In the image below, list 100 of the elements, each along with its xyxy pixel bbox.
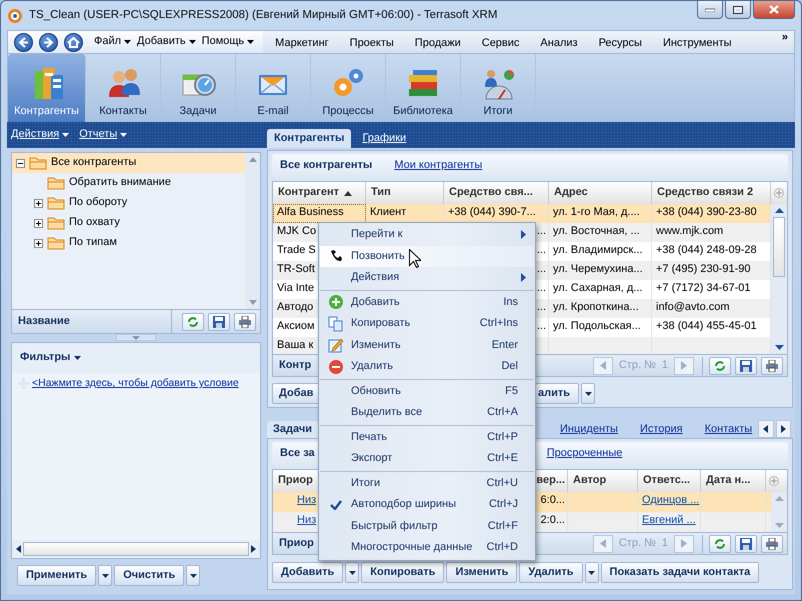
tree-item[interactable]: По охвату xyxy=(12,213,245,233)
save-button[interactable] xyxy=(735,534,757,552)
section-tab[interactable]: Проекты xyxy=(350,31,394,53)
close-button[interactable] xyxy=(753,1,795,19)
scroll-left-icon[interactable] xyxy=(16,545,21,553)
filters-menu[interactable]: Фильтры xyxy=(20,351,82,365)
menu-item[interactable]: Удалить Del xyxy=(320,356,534,378)
dropdown-button[interactable] xyxy=(186,565,200,586)
print-button[interactable] xyxy=(234,312,256,330)
tree-item[interactable]: Обратить внимание xyxy=(12,173,245,193)
save-button[interactable] xyxy=(208,312,230,330)
floppy-icon xyxy=(740,360,752,372)
action-button[interactable]: Копировать xyxy=(361,562,444,583)
menu-item[interactable]: Экспорт Ctrl+E xyxy=(320,448,534,470)
scrollbar-thumb[interactable] xyxy=(23,542,249,556)
refresh-icon xyxy=(714,538,726,550)
maximize-button[interactable] xyxy=(725,1,751,19)
view-tab[interactable]: Мои контрагенты xyxy=(394,159,482,173)
menu-item[interactable]: Позвонить xyxy=(320,246,534,267)
section-tab[interactable]: Ресурсы xyxy=(598,31,642,53)
window-title: TS_Clean (USER-PC\SQLEXPRESS2008) (Евгений Мирный GMT+06:00) - Terrasoft XRM xyxy=(29,8,498,22)
minimize-button[interactable] xyxy=(697,1,723,19)
expand-icon[interactable] xyxy=(34,218,43,228)
dropdown-button[interactable] xyxy=(98,565,112,586)
home-button[interactable] xyxy=(64,32,83,52)
view-tab[interactable]: Все за xyxy=(280,447,315,461)
back-button[interactable] xyxy=(14,32,33,52)
menu-item[interactable]: Файл xyxy=(91,35,134,49)
dropdown-button[interactable] xyxy=(345,562,360,583)
delete-button[interactable]: алить xyxy=(536,383,580,404)
floppy-icon xyxy=(213,316,225,328)
action-button[interactable]: Добавить xyxy=(272,562,344,583)
refresh-button[interactable] xyxy=(709,534,731,552)
more-button[interactable]: » xyxy=(782,31,788,43)
view-tab[interactable]: Просроченные xyxy=(546,447,622,461)
module-tab[interactable]: Библиотека xyxy=(386,54,461,122)
delete-icon xyxy=(328,358,344,375)
printer-icon xyxy=(766,538,778,550)
add-column-icon[interactable] xyxy=(769,476,779,486)
module-tab[interactable]: Задачи xyxy=(161,54,236,122)
expand-icon[interactable] xyxy=(34,238,43,248)
close-icon xyxy=(769,5,779,14)
print-button[interactable] xyxy=(761,356,783,374)
add-column-icon[interactable] xyxy=(774,188,784,198)
tree-item[interactable]: Все контрагенты xyxy=(12,153,245,173)
action-button[interactable]: Применить xyxy=(17,565,96,586)
dropdown-button[interactable] xyxy=(584,562,599,583)
refresh-button[interactable] xyxy=(182,312,204,330)
refresh-button[interactable] xyxy=(709,356,731,374)
view-tab[interactable]: Все контрагенты xyxy=(280,159,372,173)
action-button[interactable]: Изменить xyxy=(446,562,518,583)
section-tab[interactable]: Анализ xyxy=(540,31,578,53)
scroll-right-button[interactable] xyxy=(776,420,791,438)
tab[interactable]: Инциденты xyxy=(554,420,624,438)
save-button[interactable] xyxy=(735,356,757,374)
add-condition-link[interactable]: <Нажмите здесь, чтобы добавить условие xyxy=(32,377,239,390)
menu-item[interactable]: Помощь xyxy=(198,35,258,49)
scroll-left-button[interactable] xyxy=(758,420,774,438)
menu-item[interactable]: Многострочные данные Ctrl+D xyxy=(320,537,534,558)
table-link[interactable]: Евгений ... xyxy=(638,512,701,532)
scroll-right-icon[interactable] xyxy=(251,545,256,553)
tab[interactable]: Контакты xyxy=(698,420,758,438)
scroll-up-icon[interactable] xyxy=(774,208,784,213)
page-label: Стр. № xyxy=(618,358,656,372)
scrollbar-thumb[interactable] xyxy=(773,217,785,277)
menu-item[interactable]: Выделить все Ctrl+A xyxy=(320,402,534,424)
folder-icon xyxy=(47,216,65,230)
caret-icon xyxy=(584,392,592,396)
section-tab[interactable]: Сервис xyxy=(482,31,520,53)
splitter-handle-icon[interactable] xyxy=(116,334,156,341)
scroll-down-icon[interactable] xyxy=(774,345,784,350)
expand-icon[interactable] xyxy=(34,198,43,208)
section-tab[interactable]: Маркетинг xyxy=(275,31,329,53)
forward-button[interactable] xyxy=(39,32,58,52)
menu-link[interactable]: Отчеты xyxy=(79,128,128,142)
menu-item[interactable]: Печать Ctrl+P xyxy=(320,426,534,448)
action-button[interactable]: Показать задачи контакта xyxy=(600,562,760,583)
tab[interactable]: Контрагенты xyxy=(267,128,352,148)
section-tab[interactable]: Продажи xyxy=(414,31,461,53)
tab[interactable]: Графики xyxy=(355,128,414,148)
refresh-icon xyxy=(187,316,199,328)
tab[interactable]: Задачи xyxy=(267,420,318,438)
collapse-icon[interactable] xyxy=(16,158,25,168)
next-icon xyxy=(681,539,687,548)
caret-icon xyxy=(102,574,109,578)
section-tab[interactable]: Инструменты xyxy=(662,31,732,53)
tree-item[interactable]: По типам xyxy=(12,233,245,253)
menu-link[interactable]: Действия xyxy=(11,128,70,142)
mouse-pointer-icon xyxy=(409,249,421,268)
tab[interactable]: История xyxy=(634,420,689,438)
action-button[interactable]: Удалить xyxy=(519,562,583,583)
action-button[interactable]: Очистить xyxy=(114,565,184,586)
tree-item[interactable]: По обороту xyxy=(12,193,245,213)
module-tab[interactable]: Контрагенты xyxy=(8,54,86,122)
page-number: 1 xyxy=(662,536,668,550)
dropdown-button[interactable] xyxy=(581,383,596,404)
column-label: Приор xyxy=(278,536,314,550)
print-button[interactable] xyxy=(761,534,783,552)
menu-item[interactable]: Добавить xyxy=(134,35,199,49)
page-number: 1 xyxy=(662,358,668,372)
